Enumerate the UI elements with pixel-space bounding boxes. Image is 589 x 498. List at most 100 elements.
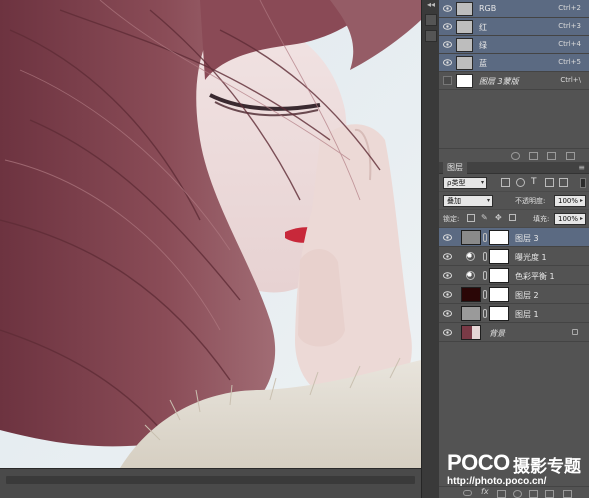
layer-thumbnail[interactable] bbox=[461, 306, 481, 321]
link-icon[interactable] bbox=[483, 233, 487, 242]
chevron-down-icon: ▾ bbox=[486, 197, 490, 204]
eye-icon[interactable] bbox=[443, 291, 452, 298]
poco-watermark: POCO 摄影专题 http://photo.poco.cn/ bbox=[447, 450, 587, 487]
eye-icon[interactable] bbox=[443, 253, 452, 260]
channel-thumbnail bbox=[456, 2, 473, 16]
adjustment-filter-icon[interactable] bbox=[516, 178, 525, 187]
new-channel-icon[interactable] bbox=[547, 152, 556, 160]
layer-mask-thumbnail[interactable] bbox=[489, 268, 509, 283]
document-canvas[interactable] bbox=[0, 0, 421, 468]
eye-icon[interactable] bbox=[443, 59, 452, 66]
opacity-value: 100% bbox=[558, 197, 579, 205]
visibility-checkbox[interactable] bbox=[443, 76, 452, 85]
channel-thumbnail bbox=[456, 20, 473, 34]
horizontal-scrollbar[interactable] bbox=[0, 468, 421, 498]
history-dock-icon[interactable] bbox=[425, 30, 437, 42]
layer-row-exposure-1[interactable]: 曝光度 1 bbox=[439, 247, 589, 266]
layer-name[interactable]: 背景 bbox=[489, 328, 505, 339]
layer-row-layer-1[interactable]: 图层 1 bbox=[439, 304, 589, 323]
shape-filter-icon[interactable] bbox=[545, 178, 554, 187]
trash-icon[interactable] bbox=[566, 152, 575, 160]
layer-row-layer-3[interactable]: 图层 3 bbox=[439, 228, 589, 247]
layer-filter-row: ρ类型 ▾ T bbox=[439, 174, 589, 192]
tab-layers[interactable]: 图层 bbox=[443, 162, 467, 174]
channel-row-green[interactable]: 绿 Ctrl+4 bbox=[439, 36, 589, 54]
panel-menu-icon[interactable]: ≡ bbox=[578, 163, 585, 172]
layer-mask-thumbnail[interactable] bbox=[489, 306, 509, 321]
layer-name[interactable]: 曝光度 1 bbox=[515, 252, 547, 263]
layer-mask-thumbnail[interactable] bbox=[489, 249, 509, 264]
eye-icon[interactable] bbox=[443, 23, 452, 30]
channel-shortcut: Ctrl+2 bbox=[558, 4, 581, 12]
lock-image-icon[interactable]: ✎ bbox=[481, 214, 489, 222]
pixel-filter-icon[interactable] bbox=[501, 178, 510, 187]
channel-row-red[interactable]: 红 Ctrl+3 bbox=[439, 18, 589, 36]
eye-icon[interactable] bbox=[443, 329, 452, 336]
collapse-panels-icon[interactable]: ◂◂ bbox=[424, 0, 438, 10]
chevron-down-icon: ▸ bbox=[579, 215, 583, 222]
fx-icon[interactable]: fx bbox=[481, 487, 489, 496]
eye-icon[interactable] bbox=[443, 41, 452, 48]
portrait-photo bbox=[0, 0, 421, 468]
channel-name: 蓝 bbox=[479, 59, 487, 68]
channel-row-rgb[interactable]: RGB Ctrl+2 bbox=[439, 0, 589, 18]
watermark-title: 摄影专题 bbox=[513, 457, 581, 477]
eye-icon[interactable] bbox=[443, 272, 452, 279]
chevron-down-icon: ▸ bbox=[579, 197, 583, 204]
trash-icon[interactable] bbox=[563, 490, 572, 498]
type-filter-icon[interactable]: T bbox=[531, 178, 540, 187]
layer-name[interactable]: 图层 2 bbox=[515, 290, 539, 301]
filter-kind-select[interactable]: ρ类型 ▾ bbox=[443, 177, 487, 189]
channels-footer bbox=[439, 148, 589, 162]
opacity-input[interactable]: 100% ▸ bbox=[554, 195, 586, 207]
new-layer-icon[interactable] bbox=[545, 490, 554, 498]
eye-icon[interactable] bbox=[443, 310, 452, 317]
smart-object-filter-icon[interactable] bbox=[559, 178, 568, 187]
scroll-track[interactable] bbox=[6, 476, 415, 484]
layer-row-layer-2[interactable]: 图层 2 bbox=[439, 285, 589, 304]
filter-kind-value: ρ类型 bbox=[447, 179, 466, 187]
layer-name[interactable]: 图层 3 bbox=[515, 233, 539, 244]
adjustment-icon[interactable] bbox=[513, 490, 522, 498]
layer-name[interactable]: 色彩平衡 1 bbox=[515, 271, 555, 282]
add-mask-icon[interactable] bbox=[497, 490, 506, 498]
layer-row-color-balance-1[interactable]: 色彩平衡 1 bbox=[439, 266, 589, 285]
lock-row: 锁定: ✎ ✥ 填充: 100% ▸ bbox=[439, 210, 589, 228]
channel-name: 图层 3蒙版 bbox=[479, 77, 519, 86]
folder-icon[interactable] bbox=[529, 490, 538, 498]
layer-name[interactable]: 图层 1 bbox=[515, 309, 539, 320]
layer-thumbnail[interactable] bbox=[461, 325, 481, 340]
eye-icon[interactable] bbox=[443, 5, 452, 12]
blend-mode-select[interactable]: 叠加 ▾ bbox=[443, 195, 493, 207]
link-icon[interactable] bbox=[483, 309, 487, 318]
eye-icon[interactable] bbox=[443, 234, 452, 241]
layers-tab-bar: 图层 ≡ bbox=[439, 162, 589, 174]
channel-shortcut: Ctrl+\ bbox=[560, 76, 581, 84]
layer-mask-thumbnail[interactable] bbox=[489, 287, 509, 302]
channel-thumbnail bbox=[456, 74, 473, 88]
adjustment-layer-icon[interactable] bbox=[466, 271, 475, 280]
load-selection-icon[interactable] bbox=[511, 152, 520, 160]
lock-transparent-icon[interactable] bbox=[467, 214, 475, 222]
save-selection-icon[interactable] bbox=[529, 152, 538, 160]
fill-input[interactable]: 100% ▸ bbox=[554, 213, 586, 225]
channel-row-blue[interactable]: 蓝 Ctrl+5 bbox=[439, 54, 589, 72]
filter-toggle[interactable] bbox=[580, 178, 586, 188]
blend-mode-value: 叠加 bbox=[447, 197, 461, 205]
link-icon[interactable] bbox=[483, 271, 487, 280]
link-icon[interactable] bbox=[483, 290, 487, 299]
adjustment-layer-icon[interactable] bbox=[466, 252, 475, 261]
link-layers-icon[interactable] bbox=[463, 490, 472, 496]
layer-thumbnail[interactable] bbox=[461, 287, 481, 302]
layer-thumbnail[interactable] bbox=[461, 230, 481, 245]
lock-all-icon[interactable] bbox=[509, 214, 516, 221]
layer-mask-thumbnail[interactable] bbox=[489, 230, 509, 245]
layer-row-background[interactable]: 背景 bbox=[439, 323, 589, 342]
layers-footer: fx bbox=[439, 486, 589, 498]
link-icon[interactable] bbox=[483, 252, 487, 261]
lock-position-icon[interactable]: ✥ bbox=[495, 214, 503, 222]
channel-row-layer-mask[interactable]: 图层 3蒙版 Ctrl+\ bbox=[439, 72, 589, 90]
channels-dock-icon[interactable] bbox=[425, 14, 437, 26]
channel-shortcut: Ctrl+3 bbox=[558, 22, 581, 30]
channel-name: 绿 bbox=[479, 41, 487, 50]
